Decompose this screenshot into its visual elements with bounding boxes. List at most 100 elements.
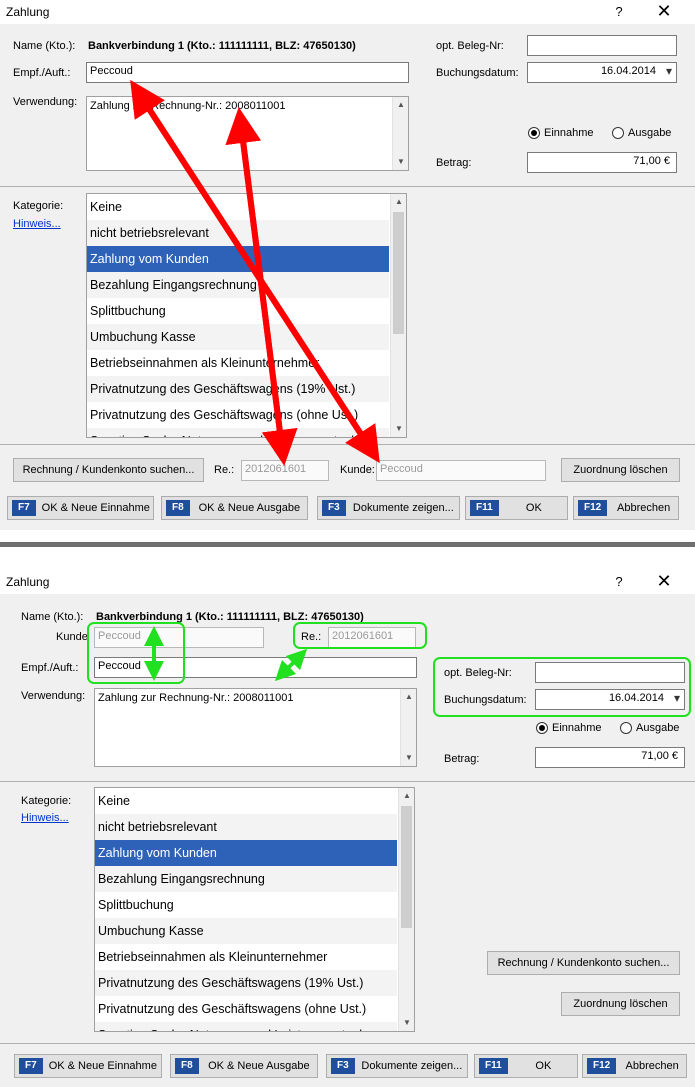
- fkey-button-f8[interactable]: F8 OK & Neue Ausgabe: [170, 1054, 318, 1078]
- help-icon[interactable]: ?: [612, 4, 626, 19]
- radio-ausgabe[interactable]: Ausgabe: [620, 722, 679, 734]
- scroll-up-icon[interactable]: ▲: [393, 97, 408, 113]
- scroll-down-icon[interactable]: ▼: [391, 421, 406, 437]
- category-item[interactable]: Betriebseinnahmen als Kleinunternehmer: [87, 350, 389, 376]
- fkey-button-f12[interactable]: F12 Abbrechen: [573, 496, 679, 520]
- category-item[interactable]: Sonstige Sach-, Nutzungs- und Leistungse…: [95, 1022, 397, 1031]
- kategorie-list[interactable]: Keine nicht betriebsrelevant Zahlung vom K…: [94, 787, 415, 1032]
- scroll-down-icon[interactable]: ▼: [393, 154, 408, 170]
- verwendung-label: Verwendung:: [21, 690, 86, 702]
- kategorie-scrollbar[interactable]: ▲ ▼: [390, 194, 406, 437]
- fkey-badge: F7: [19, 1058, 43, 1074]
- fkey-badge: F7: [12, 500, 36, 516]
- category-item[interactable]: Zahlung vom Kunden: [87, 246, 389, 272]
- account-value: Bankverbindung 1 (Kto.: 111111111, BLZ: …: [88, 40, 356, 52]
- category-item[interactable]: Splittbuchung: [87, 298, 389, 324]
- betrag-label: Betrag:: [436, 157, 472, 169]
- rechnung-suchen-button[interactable]: Rechnung / Kundenkonto suchen...: [13, 458, 204, 482]
- category-item[interactable]: nicht betriebsrelevant: [87, 220, 389, 246]
- fkey-button-f3[interactable]: F3 Dokumente zeigen...: [326, 1054, 468, 1078]
- fkey-badge: F12: [578, 500, 608, 516]
- beleg-input[interactable]: [527, 35, 677, 56]
- fkey-label: OK: [535, 1060, 552, 1072]
- empf-input[interactable]: Peccoud: [86, 62, 409, 83]
- scroll-thumb[interactable]: [393, 212, 404, 334]
- verwendung-label: Verwendung:: [13, 96, 78, 108]
- re-input[interactable]: 2012061601: [241, 460, 329, 481]
- kategorie-list[interactable]: Keine nicht betriebsrelevant Zahlung vom K…: [86, 193, 407, 438]
- category-item[interactable]: Umbuchung Kasse: [87, 324, 389, 350]
- category-item[interactable]: Bezahlung Eingangsrechnung: [87, 272, 389, 298]
- radio-einnahme[interactable]: Einnahme: [536, 722, 602, 734]
- scroll-up-icon[interactable]: ▲: [401, 689, 416, 705]
- kunde-label: Kunde: [56, 631, 88, 643]
- fkey-badge: F11: [479, 1058, 508, 1074]
- verwendung-text: Zahlung zur Rechnung-Nr.: 2008011001: [98, 692, 294, 704]
- chevron-down-icon[interactable]: ▾: [666, 64, 672, 78]
- category-item[interactable]: Zahlung vom Kunden: [95, 840, 397, 866]
- betrag-input[interactable]: 71,00 €: [535, 747, 685, 768]
- close-icon[interactable]: ✕: [654, 2, 674, 20]
- category-item[interactable]: Betriebseinnahmen als Kleinunternehmer: [95, 944, 397, 970]
- fkey-button-f3[interactable]: F3 Dokumente zeigen...: [317, 496, 460, 520]
- fkey-button-f12[interactable]: F12 Abbrechen: [582, 1054, 687, 1078]
- fkey-button-f7[interactable]: F7 OK & Neue Einnahme: [14, 1054, 162, 1078]
- separator: [0, 444, 695, 445]
- scroll-up-icon[interactable]: ▲: [399, 788, 414, 804]
- scroll-down-icon[interactable]: ▼: [399, 1015, 414, 1031]
- help-icon[interactable]: ?: [612, 574, 626, 589]
- betrag-input[interactable]: 71,00 €: [527, 152, 677, 173]
- hinweis-link[interactable]: Hinweis...: [13, 218, 61, 230]
- category-item[interactable]: Privatnutzung des Geschäftswagens (ohne …: [87, 402, 389, 428]
- verwendung-textarea[interactable]: Zahlung zur Rechnung-Nr.: 2008011001 ▲ ▼: [86, 96, 409, 171]
- scroll-up-icon[interactable]: ▲: [391, 194, 406, 210]
- kunde-input[interactable]: Peccoud: [376, 460, 546, 481]
- dialog-after: Zahlung ? ✕ Name (Kto.): Bankverbindung …: [0, 570, 695, 1087]
- buchungsdatum-picker[interactable]: 16.04.2014 ▾: [527, 62, 677, 83]
- fkey-badge: F3: [331, 1058, 355, 1074]
- beleg-label: opt. Beleg-Nr:: [436, 40, 504, 52]
- fkey-button-f8[interactable]: F8 OK & Neue Ausgabe: [161, 496, 308, 520]
- zuordnung-loeschen-button[interactable]: Zuordnung löschen: [561, 992, 680, 1016]
- category-item[interactable]: Keine: [95, 788, 397, 814]
- radio-ausgabe[interactable]: Ausgabe: [612, 127, 671, 139]
- fkey-label: Abbrechen: [617, 502, 671, 514]
- close-icon[interactable]: ✕: [654, 572, 674, 590]
- kategorie-items: Keine nicht betriebsrelevant Zahlung vom K…: [87, 194, 389, 437]
- scroll-down-icon[interactable]: ▼: [401, 750, 416, 766]
- category-item[interactable]: Umbuchung Kasse: [95, 918, 397, 944]
- category-item[interactable]: Bezahlung Eingangsrechnung: [95, 866, 397, 892]
- kategorie-scrollbar[interactable]: ▲ ▼: [398, 788, 414, 1031]
- name-label: Name (Kto.):: [13, 40, 76, 52]
- fkey-button-f7[interactable]: F7 OK & Neue Einnahme: [7, 496, 154, 520]
- verwendung-text: Zahlung zur Rechnung-Nr.: 2008011001: [90, 100, 286, 112]
- category-item[interactable]: Splittbuchung: [95, 892, 397, 918]
- hinweis-link[interactable]: Hinweis...: [21, 812, 69, 824]
- radio-einnahme[interactable]: Einnahme: [528, 127, 594, 139]
- kategorie-items: Keine nicht betriebsrelevant Zahlung vom K…: [95, 788, 397, 1031]
- name-label: Name (Kto.):: [21, 611, 84, 623]
- fkey-label: Dokumente zeigen...: [352, 502, 454, 514]
- category-item[interactable]: Keine: [87, 194, 389, 220]
- re-label: Re.:: [214, 464, 235, 476]
- category-item[interactable]: Sonstige Sach-, Nutzungs- und Leistungse…: [87, 428, 389, 437]
- fkey-label: Dokumente zeigen...: [361, 1060, 463, 1072]
- radio-ausgabe-label: Ausgabe: [628, 127, 672, 139]
- verwendung-scrollbar[interactable]: ▲ ▼: [400, 689, 416, 766]
- empf-label: Empf./Auft.:: [13, 67, 71, 79]
- category-item[interactable]: Privatnutzung des Geschäftswagens (19% U…: [95, 970, 397, 996]
- verwendung-scrollbar[interactable]: ▲ ▼: [392, 97, 408, 170]
- category-item[interactable]: nicht betriebsrelevant: [95, 814, 397, 840]
- kunde-label: Kunde:: [340, 464, 375, 476]
- screenshot-divider: [0, 542, 695, 547]
- category-item[interactable]: Privatnutzung des Geschäftswagens (ohne …: [95, 996, 397, 1022]
- category-item[interactable]: Privatnutzung des Geschäftswagens (19% U…: [87, 376, 389, 402]
- rechnung-suchen-button[interactable]: Rechnung / Kundenkonto suchen...: [487, 951, 680, 975]
- verwendung-textarea[interactable]: Zahlung zur Rechnung-Nr.: 2008011001 ▲ ▼: [94, 688, 417, 767]
- fkey-button-f11[interactable]: F11 OK: [465, 496, 568, 520]
- zuordnung-loeschen-button[interactable]: Zuordnung löschen: [561, 458, 680, 482]
- highlight-beleg-datum: [433, 657, 691, 717]
- scroll-thumb[interactable]: [401, 806, 412, 928]
- buchungsdatum-value: 16.04.2014: [600, 65, 656, 77]
- fkey-button-f11[interactable]: F11 OK: [474, 1054, 578, 1078]
